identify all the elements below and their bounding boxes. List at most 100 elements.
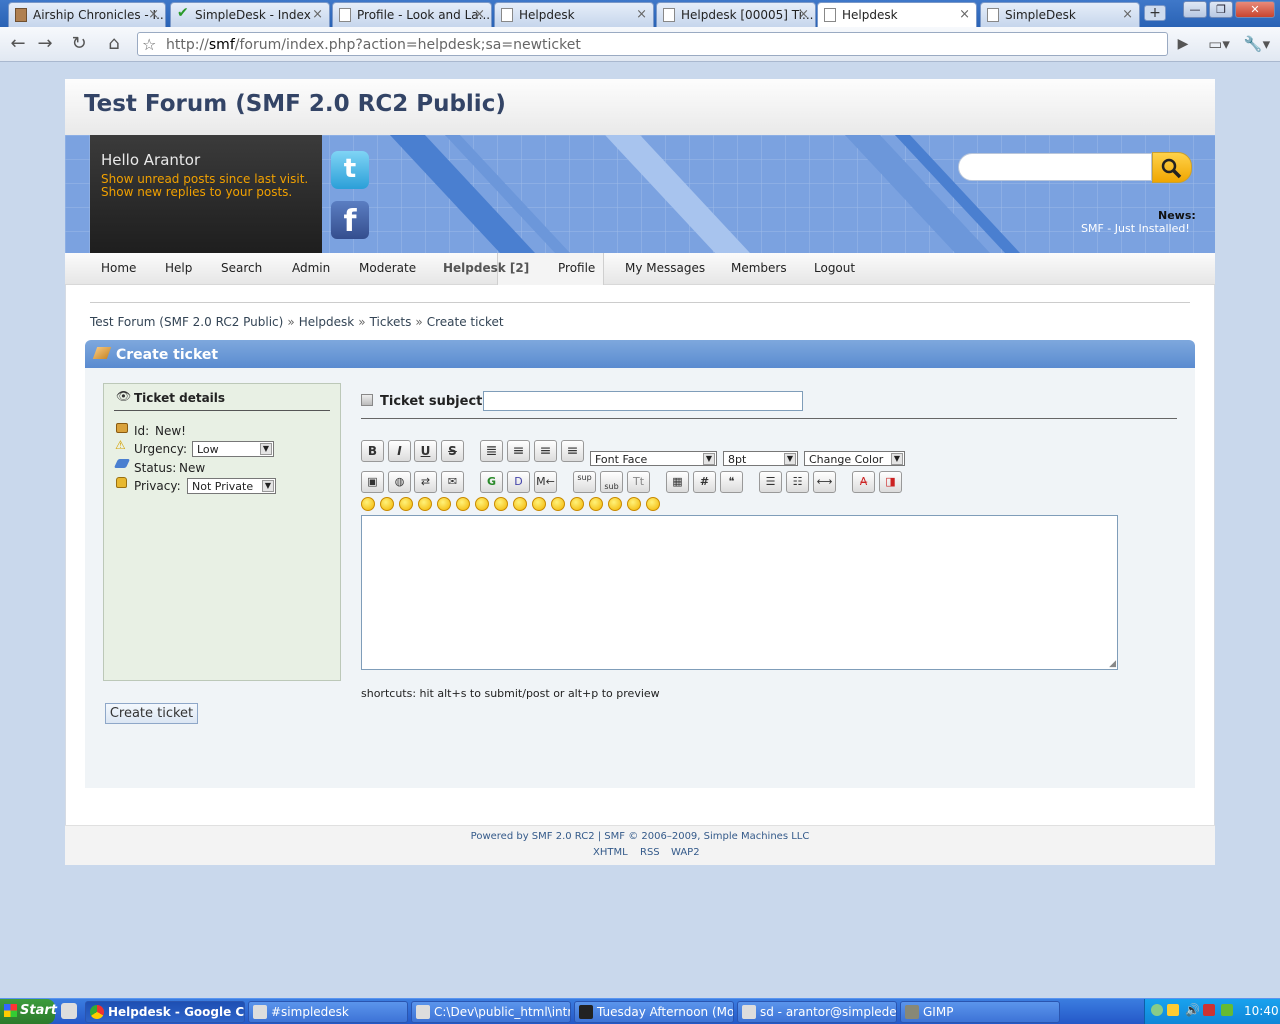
create-ticket-button[interactable]: Create ticket xyxy=(105,703,198,724)
underline-button[interactable]: U xyxy=(414,440,437,462)
huh-icon[interactable] xyxy=(513,497,527,511)
move-icon[interactable]: M← xyxy=(534,471,557,493)
taskbar-item[interactable]: Helpdesk - Google Ch... xyxy=(85,1001,245,1023)
bold-button[interactable]: B xyxy=(361,440,384,462)
star-icon[interactable]: ☆ xyxy=(142,35,156,54)
network-icon[interactable] xyxy=(1151,1004,1163,1016)
taskbar-item[interactable]: C:\Dev\public_html\intra... xyxy=(411,1001,571,1023)
browser-tab[interactable]: ✔ SimpleDesk - Index × xyxy=(170,2,330,27)
strike-button[interactable]: S xyxy=(441,440,464,462)
ftp-icon[interactable]: ⇄ xyxy=(414,471,437,493)
privacy-select[interactable]: Not Private ▼ xyxy=(187,478,276,494)
taskbar-item[interactable]: Tuesday Afternoon (Moo... xyxy=(574,1001,734,1023)
forum-title[interactable]: Test Forum (SMF 2.0 RC2 Public) xyxy=(84,91,506,117)
menu-my-messages[interactable]: My Messages xyxy=(625,261,705,275)
menu-logout[interactable]: Logout xyxy=(814,261,855,275)
taskbar-item[interactable]: #simpledesk xyxy=(248,1001,408,1023)
remove-format-icon[interactable]: A̶ xyxy=(852,471,875,493)
pre-icon[interactable]: ≣ xyxy=(480,440,503,462)
browser-tab[interactable]: Airship Chronicles - I... × xyxy=(8,2,166,27)
tongue-icon[interactable] xyxy=(551,497,565,511)
breadcrumb-forum[interactable]: Test Forum (SMF 2.0 RC2 Public) xyxy=(90,315,283,329)
menu-members[interactable]: Members xyxy=(731,261,787,275)
menu-home[interactable]: Home xyxy=(101,261,136,275)
footer-link-rss[interactable]: RSS xyxy=(640,847,660,858)
shocked-icon[interactable] xyxy=(475,497,489,511)
wrench-icon[interactable]: 🔧▾ xyxy=(1242,33,1272,55)
angry-icon[interactable] xyxy=(437,497,451,511)
subject-input[interactable] xyxy=(483,391,803,411)
footer-link-wap2[interactable]: WAP2 xyxy=(671,847,700,858)
tray-app-icon[interactable] xyxy=(1203,1004,1215,1016)
resize-handle-icon[interactable]: ◢ xyxy=(1109,659,1116,669)
twitter-icon[interactable]: t xyxy=(331,151,369,189)
sad-icon[interactable] xyxy=(456,497,470,511)
close-icon[interactable]: × xyxy=(798,7,809,22)
close-icon[interactable]: × xyxy=(959,7,970,22)
menu-help[interactable]: Help xyxy=(165,261,192,275)
cool-icon[interactable] xyxy=(494,497,508,511)
browser-tab[interactable]: Helpdesk [00005] Ti... × xyxy=(656,2,816,27)
search-input[interactable] xyxy=(958,153,1152,181)
address-bar[interactable]: ☆ http://smf/forum/index.php?action=help… xyxy=(137,32,1168,56)
cheesy-icon[interactable] xyxy=(399,497,413,511)
breadcrumb-helpdesk[interactable]: Helpdesk xyxy=(299,315,355,329)
lips-sealed-icon[interactable] xyxy=(589,497,603,511)
cry-icon[interactable] xyxy=(646,497,660,511)
breadcrumb-tickets[interactable]: Tickets xyxy=(370,315,412,329)
code-icon[interactable]: # xyxy=(693,471,716,493)
bullet-list-icon[interactable]: ☰ xyxy=(759,471,782,493)
italic-button[interactable]: I xyxy=(388,440,411,462)
shadow-icon[interactable]: D xyxy=(507,471,530,493)
close-icon[interactable]: × xyxy=(1122,7,1133,22)
search-button[interactable] xyxy=(1152,152,1192,183)
message-textarea[interactable]: ◢ xyxy=(361,515,1118,670)
close-icon[interactable]: × xyxy=(148,7,159,22)
taskbar-item[interactable]: GIMP xyxy=(900,1001,1060,1023)
numbered-list-icon[interactable]: ☷ xyxy=(786,471,809,493)
forward-icon[interactable]: → xyxy=(33,33,57,55)
rolleyes-icon[interactable] xyxy=(532,497,546,511)
quote-icon[interactable]: ❝ xyxy=(720,471,743,493)
undecided-icon[interactable] xyxy=(608,497,622,511)
kiss-icon[interactable] xyxy=(627,497,641,511)
browser-tab[interactable]: SimpleDesk × xyxy=(980,2,1140,27)
globe-icon[interactable]: ◍ xyxy=(388,471,411,493)
smiley-icon[interactable] xyxy=(361,497,375,511)
embarrassed-icon[interactable] xyxy=(570,497,584,511)
start-button[interactable]: Start xyxy=(0,999,57,1024)
menu-moderate[interactable]: Moderate xyxy=(359,261,416,275)
browser-tab[interactable]: Helpdesk × xyxy=(494,2,654,27)
taskbar-item[interactable]: sd - arantor@simpledesk... xyxy=(737,1001,897,1023)
teletype-icon[interactable]: Tt xyxy=(627,471,650,493)
browser-tab-active[interactable]: Helpdesk × xyxy=(817,2,977,27)
align-left-icon[interactable]: ≡ xyxy=(507,440,530,462)
close-icon[interactable]: × xyxy=(474,7,485,22)
page-menu-icon[interactable]: ▭▾ xyxy=(1205,33,1233,55)
new-replies-link[interactable]: Show new replies to your posts. xyxy=(101,185,292,199)
superscript-icon[interactable]: sup xyxy=(573,471,596,493)
image-icon[interactable]: ▣ xyxy=(361,471,384,493)
home-icon[interactable]: ⌂ xyxy=(102,33,126,55)
minimize-icon[interactable]: — xyxy=(1183,1,1207,18)
email-icon[interactable]: ✉ xyxy=(441,471,464,493)
glow-icon[interactable]: G xyxy=(480,471,503,493)
restore-icon[interactable]: ❐ xyxy=(1209,1,1233,18)
toggle-view-icon[interactable]: ◨ xyxy=(879,471,902,493)
footer-link-xhtml[interactable]: XHTML xyxy=(593,847,628,858)
menu-search[interactable]: Search xyxy=(221,261,262,275)
close-icon[interactable]: × xyxy=(312,7,323,22)
align-right-icon[interactable]: ≡ xyxy=(561,440,584,462)
subscript-icon[interactable]: sub xyxy=(600,471,623,493)
close-window-icon[interactable]: ✕ xyxy=(1235,1,1275,18)
horizontal-rule-icon[interactable]: ⟷ xyxy=(813,471,836,493)
close-icon[interactable]: × xyxy=(636,7,647,22)
powered-by[interactable]: Powered by SMF 2.0 RC2 | SMF © 2006–2009… xyxy=(0,831,1280,842)
menu-profile[interactable]: Profile xyxy=(558,261,595,275)
font-size-select[interactable]: 8pt ▼ xyxy=(723,451,798,466)
browser-tab[interactable]: Profile - Look and La... × xyxy=(332,2,492,27)
nvidia-icon[interactable] xyxy=(1221,1004,1233,1016)
quicklaunch-icon[interactable] xyxy=(61,1003,77,1019)
facebook-icon[interactable]: f xyxy=(331,201,369,239)
table-icon[interactable]: ▦ xyxy=(666,471,689,493)
